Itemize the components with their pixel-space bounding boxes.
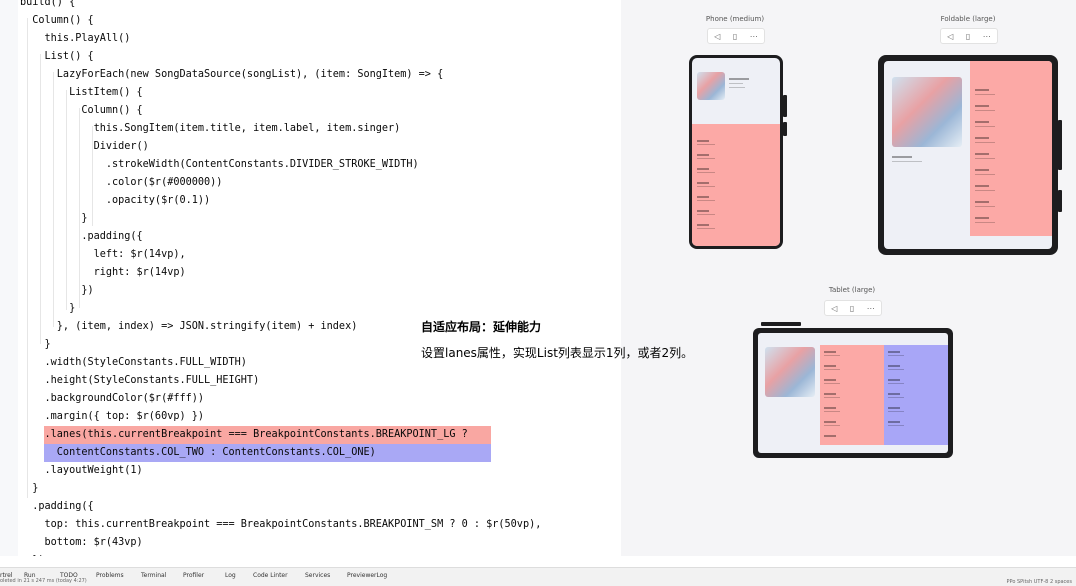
phone-toolbar[interactable]: ◁ ▯ ⋯ [707, 28, 765, 44]
code-line: }) [20, 285, 94, 296]
code-line: bottom: $r(43vp) [20, 537, 143, 548]
code-line: .padding({ [20, 231, 143, 242]
code-line: } [20, 303, 76, 314]
more-icon[interactable]: ⋯ [867, 304, 875, 313]
code-line: } [20, 213, 88, 224]
song-list-column-1 [820, 345, 884, 445]
description-title: 自适应布局：延伸能力 [421, 320, 542, 334]
code-line: List() { [20, 51, 94, 62]
phone-device [689, 55, 783, 249]
rotate-icon[interactable]: ▯ [966, 32, 970, 41]
code-line: left: $r(14vp), [20, 249, 186, 260]
code-line: LazyForEach(new SongDataSource(songList)… [20, 69, 444, 80]
song-list-column-2 [884, 345, 948, 445]
editor-gutter [0, 0, 18, 556]
problems-tab[interactable]: Problems [96, 572, 124, 579]
phone-title: Phone (medium) [705, 15, 765, 23]
previewer-log-tab[interactable]: PreviewerLog [347, 572, 387, 579]
code-line: Divider() [20, 141, 149, 152]
code-line: this.SongItem(item.title, item.label, it… [20, 123, 401, 134]
code-line: .height(StyleConstants.FULL_HEIGHT) [20, 375, 260, 386]
code-line: } [20, 483, 39, 494]
code-line: build() { [20, 0, 76, 8]
code-line: }) [20, 552, 44, 556]
code-line: .color($r(#000000)) [20, 177, 223, 188]
foldable-device [878, 55, 1058, 255]
code-line: .padding({ [20, 501, 94, 512]
profiler-tab[interactable]: Profiler [183, 572, 204, 579]
code-line: right: $r(14vp) [20, 267, 186, 278]
foldable-screen [884, 61, 1052, 249]
code-editor[interactable]: build() { Column() { this.PlayAll() List… [0, 0, 621, 556]
previewer-panel: Phone (medium) ◁ ▯ ⋯ Foldable (large) ◁ [621, 0, 1076, 556]
status-right: PPo SPitsh UTF-8 2 spaces [1006, 579, 1072, 585]
more-icon[interactable]: ⋯ [750, 32, 758, 41]
code-linter-tab[interactable]: Code Linter [253, 572, 288, 579]
code-line: Column() { [20, 105, 143, 116]
tool-window-bar: rtrel Run TODO Problems Terminal Profile… [0, 567, 1076, 586]
song-list-pink [692, 124, 780, 246]
tablet-device [753, 328, 953, 458]
back-icon[interactable]: ◁ [831, 304, 837, 313]
code-line: }, (item, index) => JSON.stringify(item)… [20, 321, 358, 332]
foldable-toolbar[interactable]: ◁ ▯ ⋯ [940, 28, 998, 44]
code-line: ContentConstants.COL_TWO : ContentConsta… [20, 447, 376, 458]
rotate-icon[interactable]: ▯ [733, 32, 737, 41]
song-list-pink [970, 61, 1052, 236]
foldable-title: Foldable (large) [940, 15, 996, 23]
code-line: .layoutWeight(1) [20, 465, 143, 476]
status-message: oleted in 21 s 247 ms (today 4:27) [0, 578, 87, 584]
album-art [697, 72, 725, 100]
code-line: .opacity($r(0.1)) [20, 195, 211, 206]
terminal-tab[interactable]: Terminal [141, 572, 166, 579]
phone-screen [692, 58, 780, 246]
more-icon[interactable]: ⋯ [983, 32, 991, 41]
description-body: 设置lanes属性，实现List列表显示1列，或者2列。 [421, 346, 694, 360]
tablet-toolbar[interactable]: ◁ ▯ ⋯ [824, 300, 882, 316]
code-line: .width(StyleConstants.FULL_WIDTH) [20, 357, 247, 368]
back-icon[interactable]: ◁ [714, 32, 720, 41]
tablet-title: Tablet (large) [828, 286, 876, 294]
code-line: this.PlayAll() [20, 33, 131, 44]
log-tab[interactable]: Log [225, 572, 236, 579]
tablet-screen [758, 333, 948, 453]
album-art [765, 347, 815, 397]
code-line: .margin({ top: $r(60vp) }) [20, 411, 205, 422]
code-line: .lanes(this.currentBreakpoint === Breakp… [20, 429, 468, 440]
rotate-icon[interactable]: ▯ [850, 304, 854, 313]
code-line: } [20, 339, 51, 350]
services-tab[interactable]: Services [305, 572, 330, 579]
code-line: top: this.currentBreakpoint === Breakpoi… [20, 519, 542, 530]
code-line: .backgroundColor($r(#fff)) [20, 393, 205, 404]
code-line: .strokeWidth(ContentConstants.DIVIDER_ST… [20, 159, 419, 170]
code-line: ListItem() { [20, 87, 143, 98]
back-icon[interactable]: ◁ [947, 32, 953, 41]
code-line: Column() { [20, 15, 94, 26]
album-art [892, 77, 962, 147]
